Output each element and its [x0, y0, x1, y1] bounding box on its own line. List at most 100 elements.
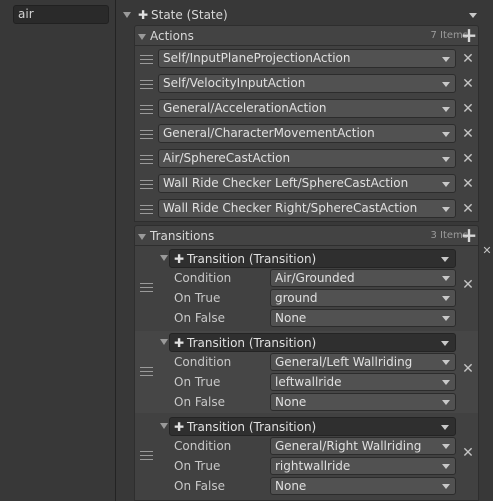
close-icon[interactable]: ✕ [482, 244, 492, 258]
action-dropdown[interactable]: Air/SphereCastAction [158, 149, 456, 168]
on-true-dropdown[interactable]: leftwallride [270, 373, 456, 391]
remove-transition-button[interactable]: ✕ [461, 446, 475, 460]
on-true-dropdown[interactable]: ground [270, 289, 456, 307]
condition-dropdown[interactable]: General/Right Wallriding [270, 437, 456, 455]
remove-action-button[interactable]: ✕ [461, 127, 475, 141]
chevron-down-icon [442, 132, 450, 137]
chevron-down-icon [442, 444, 450, 449]
drag-handle-icon[interactable] [140, 180, 153, 189]
chevron-down-icon [441, 425, 449, 430]
action-dropdown[interactable]: Self/VelocityInputAction [158, 74, 456, 93]
drag-handle-icon[interactable] [140, 130, 153, 139]
transitions-title: Transitions [150, 229, 215, 243]
action-row: Wall Ride Checker Left/SphereCastAction [135, 172, 478, 196]
drag-handle-icon[interactable] [140, 105, 153, 114]
on-true-label: On True [174, 291, 221, 305]
chevron-down-icon [442, 157, 450, 162]
transitions-header[interactable]: Transitions 3 Items [134, 225, 479, 246]
on-false-dropdown[interactable]: None [270, 309, 456, 327]
chevron-down-icon [442, 380, 450, 385]
condition-label: Condition [174, 439, 232, 453]
condition-label: Condition [174, 355, 232, 369]
action-dropdown[interactable]: General/AccelerationAction [158, 99, 456, 118]
transition-item: ✚ Transition (Transition) Condition Gene… [135, 331, 478, 413]
foldout-arrow-icon[interactable] [160, 339, 168, 345]
chevron-down-icon [441, 341, 449, 346]
chevron-down-icon [442, 57, 450, 62]
transition-item: ✚ Transition (Transition) Condition Gene… [135, 415, 478, 497]
puzzle-icon: ✚ [174, 252, 185, 266]
drag-handle-icon[interactable] [140, 451, 153, 460]
chevron-down-icon [442, 182, 450, 187]
condition-dropdown[interactable]: General/Left Wallriding [270, 353, 456, 371]
on-false-dropdown[interactable]: None [270, 393, 456, 411]
chevron-down-icon [442, 400, 450, 405]
foldout-arrow-icon[interactable] [123, 12, 131, 18]
on-true-label: On True [174, 459, 221, 473]
chevron-down-icon [441, 257, 449, 262]
remove-action-button[interactable]: ✕ [461, 102, 475, 116]
remove-action-button[interactable]: ✕ [461, 52, 475, 66]
drag-handle-icon[interactable] [140, 205, 153, 214]
remove-action-button[interactable]: ✕ [461, 152, 475, 166]
state-header[interactable]: ✚ State (State) [117, 5, 493, 25]
action-dropdown[interactable]: Wall Ride Checker Left/SphereCastAction [158, 174, 456, 193]
puzzle-icon: ✚ [138, 8, 149, 22]
chevron-down-icon [442, 107, 450, 112]
remove-transition-button[interactable]: ✕ [461, 278, 475, 292]
drag-handle-icon[interactable] [140, 80, 153, 89]
drag-handle-icon[interactable] [140, 283, 153, 292]
transition-header[interactable]: ✚ Transition (Transition) [169, 249, 456, 268]
action-row: Air/SphereCastAction [135, 147, 478, 171]
actions-header[interactable]: Actions 7 Items [134, 25, 479, 46]
drag-handle-icon[interactable] [140, 155, 153, 164]
transition-header[interactable]: ✚ Transition (Transition) [169, 333, 456, 352]
action-dropdown[interactable]: Wall Ride Checker Right/SphereCastAction [158, 199, 456, 218]
on-false-label: On False [174, 395, 225, 409]
transition-item: ✚ Transition (Transition) Condition Air/… [135, 247, 478, 329]
chevron-down-icon [442, 360, 450, 365]
chevron-down-icon [442, 82, 450, 87]
foldout-arrow-icon[interactable] [160, 255, 168, 261]
transition-title: Transition (Transition) [187, 252, 317, 266]
condition-dropdown[interactable]: Air/Grounded [270, 269, 456, 287]
left-column: air [0, 0, 116, 501]
chevron-down-icon [442, 207, 450, 212]
on-false-dropdown[interactable]: None [270, 477, 456, 495]
remove-action-button[interactable]: ✕ [461, 202, 475, 216]
action-dropdown[interactable]: General/CharacterMovementAction [158, 124, 456, 143]
foldout-arrow-icon[interactable] [138, 34, 146, 40]
action-row: General/CharacterMovementAction [135, 122, 478, 146]
action-row: Self/VelocityInputAction [135, 72, 478, 96]
transition-title: Transition (Transition) [187, 420, 317, 434]
on-false-label: On False [174, 311, 225, 325]
chevron-down-icon [442, 316, 450, 321]
action-row: Wall Ride Checker Right/SphereCastAction [135, 197, 478, 221]
on-true-dropdown[interactable]: rightwallride [270, 457, 456, 475]
state-title: State (State) [151, 8, 228, 22]
inspector-panel: ✚ State (State) Actions 7 Items + Self/I… [117, 0, 493, 501]
add-action-button[interactable]: + [460, 25, 478, 45]
puzzle-icon: ✚ [174, 336, 185, 350]
object-name-field[interactable]: air [13, 5, 109, 24]
condition-label: Condition [174, 271, 232, 285]
transition-header[interactable]: ✚ Transition (Transition) [169, 417, 456, 436]
drag-handle-icon[interactable] [140, 367, 153, 376]
remove-action-button[interactable]: ✕ [461, 177, 475, 191]
drag-handle-icon[interactable] [140, 55, 153, 64]
chevron-down-icon [442, 484, 450, 489]
chevron-down-icon [442, 464, 450, 469]
remove-transition-button[interactable]: ✕ [461, 362, 475, 376]
chevron-down-icon [442, 276, 450, 281]
action-row: Self/InputPlaneProjectionAction [135, 47, 478, 71]
on-false-label: On False [174, 479, 225, 493]
transition-title: Transition (Transition) [187, 336, 317, 350]
chevron-down-icon[interactable] [469, 13, 477, 18]
remove-action-button[interactable]: ✕ [461, 77, 475, 91]
action-row: General/AccelerationAction [135, 97, 478, 121]
action-dropdown[interactable]: Self/InputPlaneProjectionAction [158, 49, 456, 68]
foldout-arrow-icon[interactable] [138, 234, 146, 240]
add-transition-button[interactable]: + [460, 225, 478, 245]
actions-title: Actions [150, 29, 194, 43]
foldout-arrow-icon[interactable] [160, 423, 168, 429]
